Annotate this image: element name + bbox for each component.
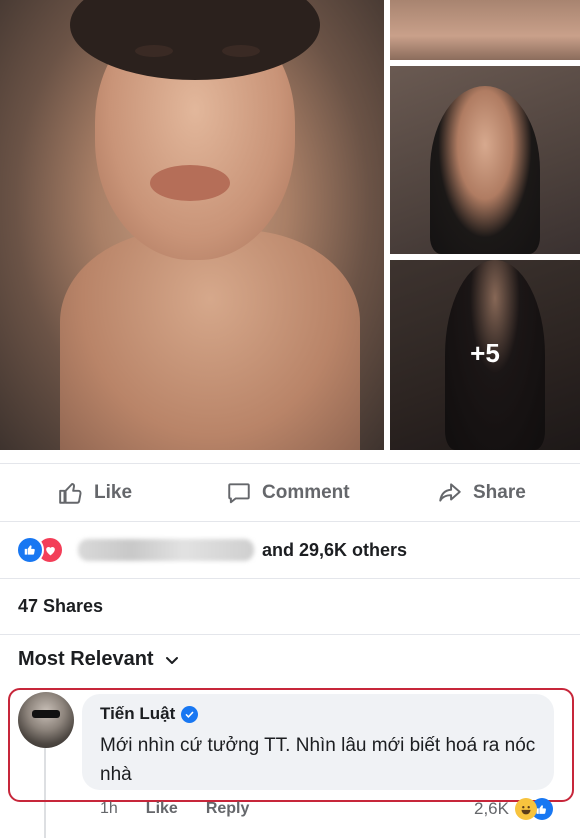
sort-label: Most Relevant: [18, 648, 154, 670]
like-button[interactable]: Like: [58, 478, 132, 508]
divider: [0, 634, 580, 635]
like-reaction-icon: [16, 536, 44, 564]
comment-icon: [228, 483, 250, 504]
photo-detail: [150, 165, 230, 201]
more-photos-count: +5: [470, 338, 500, 368]
post-photo-main[interactable]: [0, 0, 384, 450]
comment-reactions[interactable]: 2,6K: [474, 798, 553, 820]
divider: [0, 521, 580, 522]
photo-detail: [430, 86, 540, 254]
comment-meta: 1h Like Reply: [100, 800, 249, 818]
like-button-label: Like: [94, 482, 133, 503]
divider: [0, 463, 580, 464]
comment-like-button[interactable]: Like: [146, 800, 178, 818]
post-photo-3[interactable]: [390, 66, 580, 254]
post-photo-2[interactable]: [390, 0, 580, 60]
comment-reaction-count: 2,6K: [474, 799, 509, 818]
post-photo-more[interactable]: +5: [390, 260, 580, 450]
comment-button-label: Comment: [262, 482, 350, 503]
reactions-summary[interactable]: and 29,6K others: [16, 536, 408, 564]
share-icon: [439, 483, 461, 502]
share-button-label: Share: [473, 482, 526, 503]
comment-time: 1h: [100, 800, 118, 817]
photo-detail: [60, 230, 360, 450]
shares-count[interactable]: 47 Shares: [18, 596, 103, 617]
reaction-count-text: and 29,6K others: [262, 539, 408, 560]
photo-detail: [135, 45, 173, 57]
haha-reaction-icon: [514, 798, 537, 820]
blurred-reactor-names: [78, 539, 254, 561]
comment-sort-dropdown[interactable]: Most Relevant: [18, 648, 180, 671]
thumbs-up-icon: [59, 483, 82, 504]
comment-button[interactable]: Comment: [226, 478, 350, 508]
comment-reply-button[interactable]: Reply: [206, 800, 250, 818]
highlight-annotation-box: [8, 688, 574, 802]
photo-detail: [222, 45, 260, 57]
share-button[interactable]: Share: [437, 478, 526, 508]
divider: [0, 578, 580, 579]
chevron-down-icon: [165, 656, 178, 664]
